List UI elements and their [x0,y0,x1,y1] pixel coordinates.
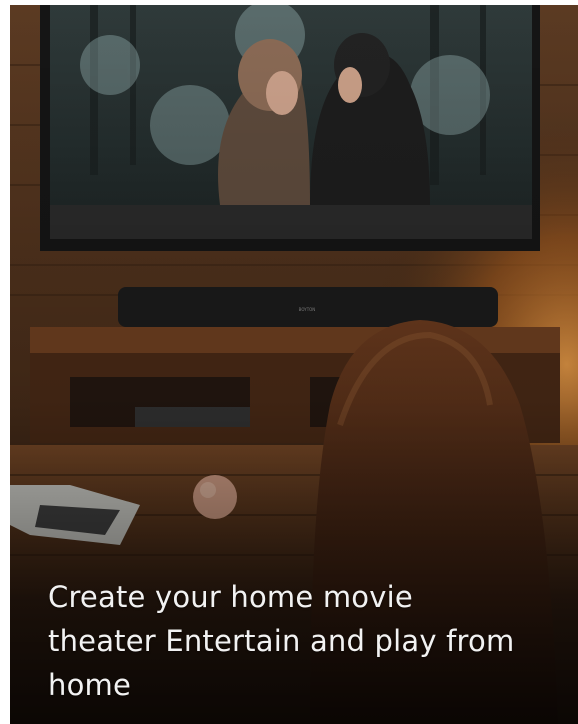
promo-caption: Create your home movie theater Entertain… [48,580,515,702]
promo-card[interactable]: BOYTON Create your home movie theater En… [10,5,578,724]
